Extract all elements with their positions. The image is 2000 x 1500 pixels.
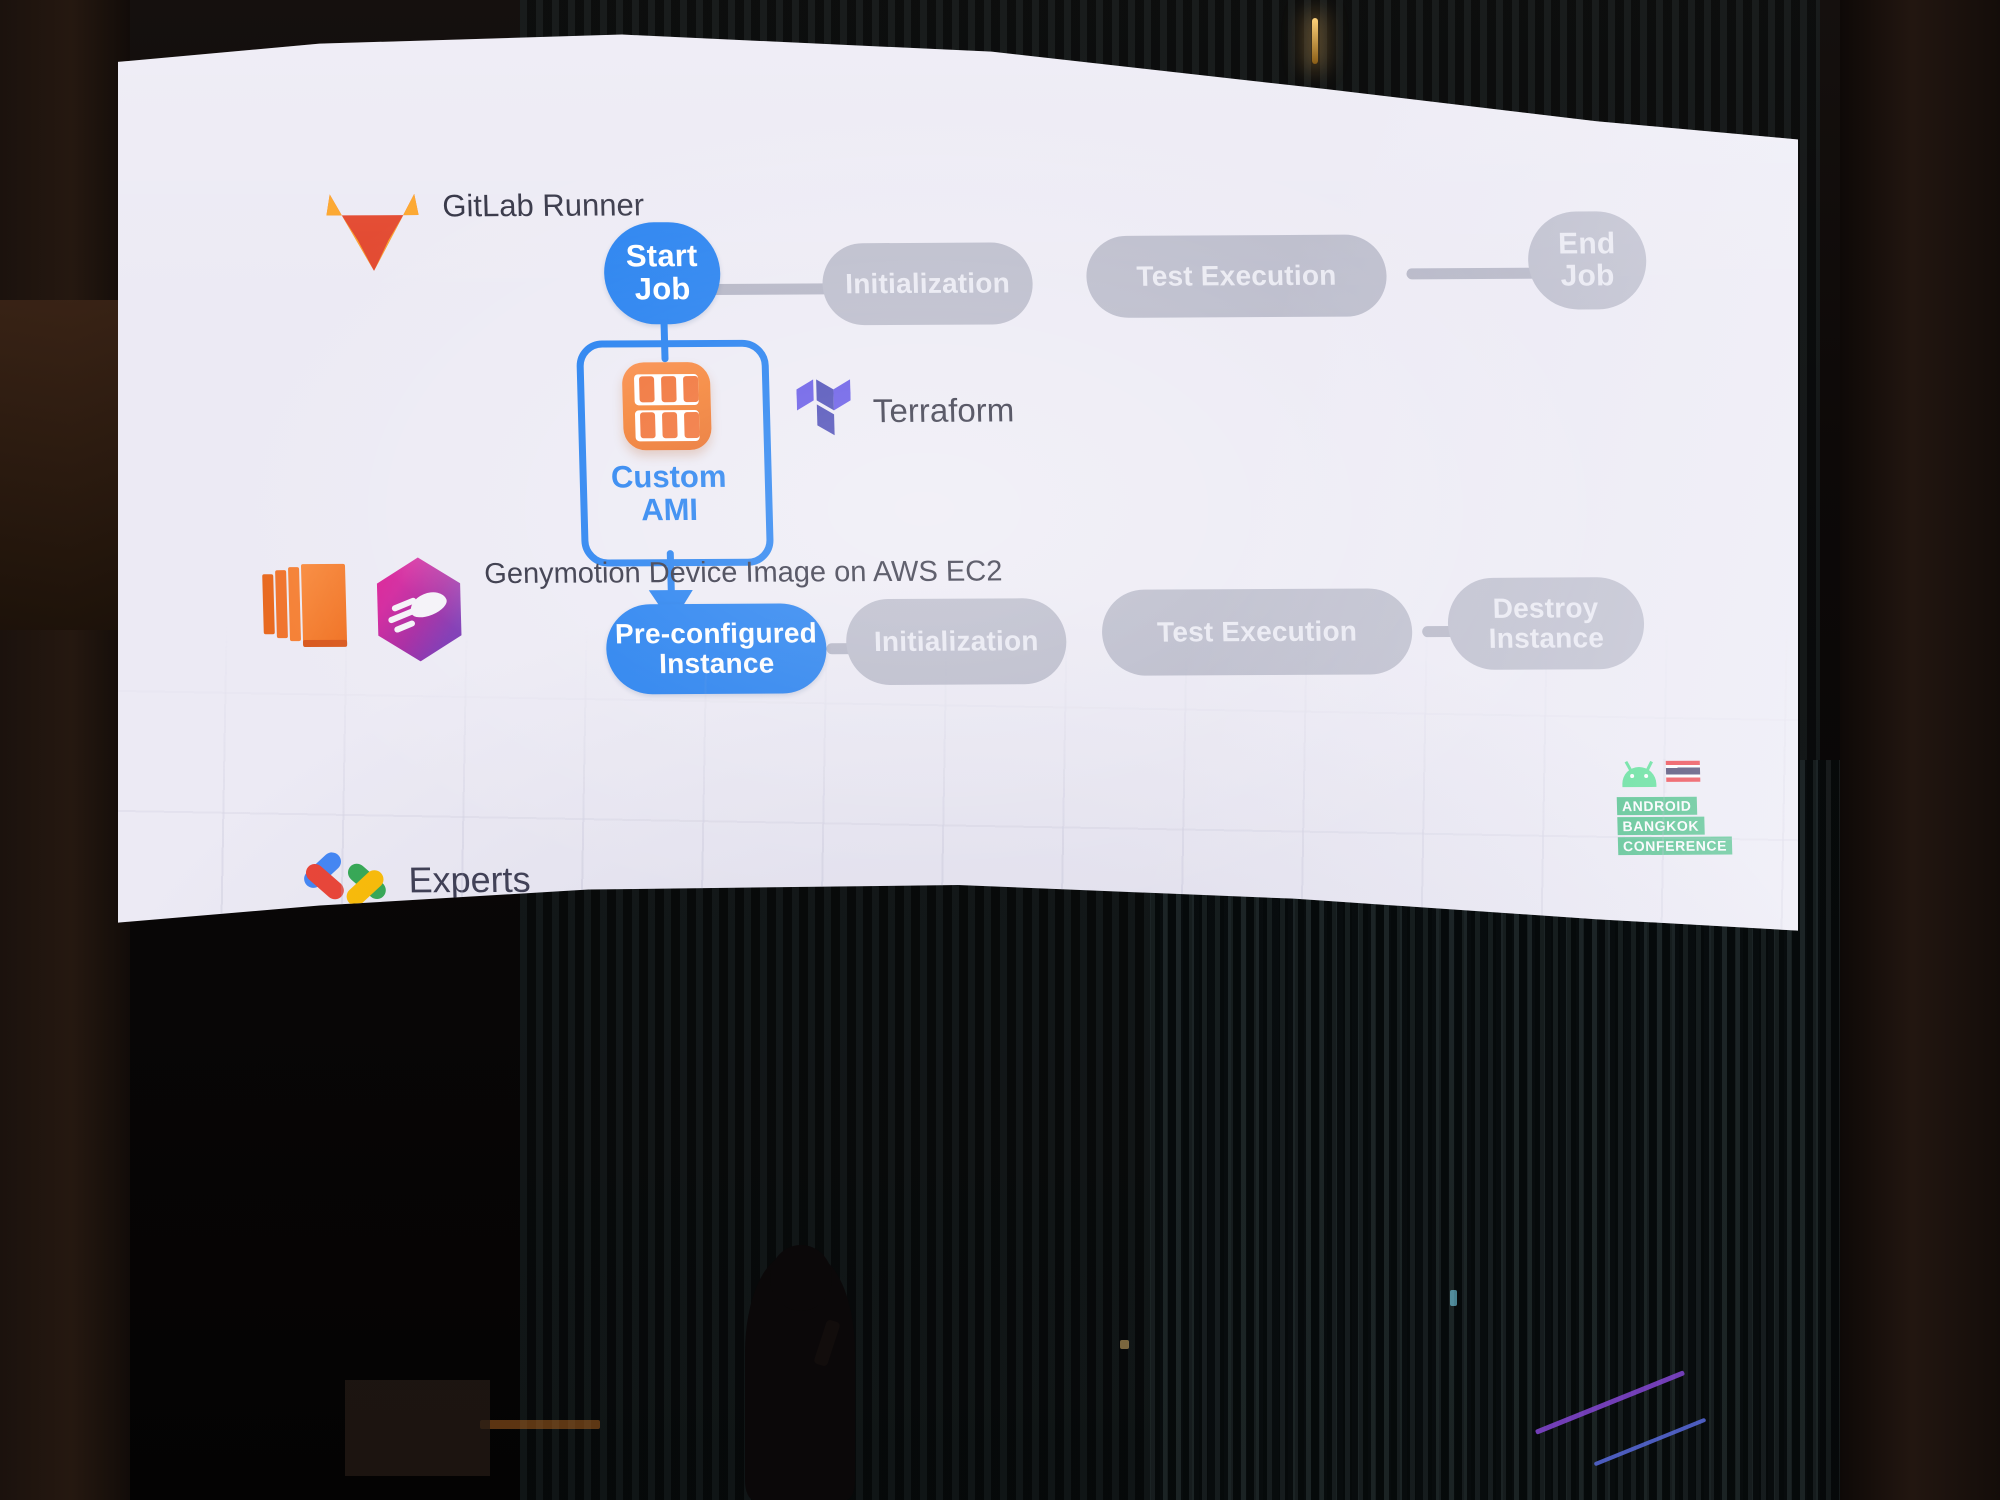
photo-frame: GitLab Runner Start Job Initialization T…	[0, 0, 2000, 1500]
thailand-flag-icon	[1665, 760, 1701, 782]
android-robot-icon	[1621, 766, 1657, 788]
node-preconfigured-instance-line2: Instance	[658, 647, 775, 680]
genymotion-hexagon-icon	[370, 557, 469, 661]
node-test-execution-top-label: Test Execution	[1136, 259, 1337, 292]
gitlab-runner-label: GitLab Runner	[442, 186, 645, 224]
aws-ami-icon	[621, 361, 712, 451]
genymotion-label-line3: on AWS EC2	[833, 555, 1003, 589]
android-eye-right	[1644, 773, 1649, 778]
node-test-execution-bottom[interactable]: Test Execution	[1100, 588, 1414, 676]
node-initialization-top-label: Initialization	[844, 267, 1011, 300]
android-eye-left	[1630, 774, 1635, 779]
aws-ec2-icon	[262, 563, 356, 650]
node-start-job-line1: Start	[625, 238, 699, 274]
terraform-label: Terraform	[872, 391, 1015, 430]
node-initialization-bottom[interactable]: Initialization	[845, 598, 1068, 686]
ami-icon-row-bottom	[634, 410, 700, 442]
custom-ami-label: Custom AMI	[579, 458, 759, 528]
speaker-head	[770, 1245, 832, 1311]
android-antenna-left	[1624, 760, 1633, 772]
badge-line3: CONFERENCE	[1617, 836, 1733, 856]
node-initialization-top[interactable]: Initialization	[821, 242, 1034, 326]
node-test-execution-top[interactable]: Test Execution	[1085, 234, 1388, 319]
node-destroy-instance[interactable]: Destroy Instance	[1446, 577, 1646, 671]
node-destroy-instance-line2: Instance	[1488, 622, 1605, 654]
badge-line2: BANGKOK	[1617, 816, 1705, 836]
gitlab-tanuki-icon	[324, 179, 423, 275]
node-initialization-bottom-label: Initialization	[873, 625, 1039, 658]
android-bangkok-conference-badge: ANDROID BANGKOK CONFERENCE	[1616, 756, 1749, 857]
node-end-job-line2: Job	[1560, 259, 1616, 293]
led-screen: GitLab Runner Start Job Initialization T…	[0, 0, 2000, 1500]
laptop-on-desk	[345, 1380, 490, 1476]
gitlab-runner-label-line1: GitLab	[441, 187, 535, 224]
google-developer-experts-icon	[300, 848, 393, 910]
ami-cell	[639, 412, 656, 439]
genymotion-label-line2: Device Image	[648, 556, 827, 590]
slide-canvas: GitLab Runner Start Job Initialization T…	[236, 60, 1798, 931]
screen-surface: GitLab Runner Start Job Initialization T…	[118, 34, 1798, 931]
experts-label: Experts	[407, 858, 532, 901]
genymotion-label: Genymotion Device Image on AWS EC2	[484, 554, 1003, 592]
google-developer-experts-logo: Experts	[300, 848, 532, 910]
ami-cell	[638, 376, 655, 403]
ami-cell	[660, 376, 677, 403]
custom-ami-label-line2: AMI	[640, 492, 699, 528]
node-end-job-line1: End	[1557, 227, 1616, 261]
ami-cell	[661, 412, 678, 439]
node-preconfigured-instance-line1: Pre-configured	[614, 617, 818, 650]
terraform-icon	[796, 379, 852, 441]
connector-test-to-end	[1406, 267, 1547, 280]
badge-line1: ANDROID	[1616, 796, 1697, 816]
genymotion-label-line1: Genymotion	[483, 557, 642, 591]
ami-cell	[683, 412, 700, 439]
node-end-job[interactable]: End Job	[1526, 211, 1648, 310]
badge-mascot-row	[1616, 756, 1747, 797]
node-destroy-instance-line1: Destroy	[1492, 592, 1599, 625]
node-start-job-line2: Job	[634, 271, 691, 307]
ami-icon-row-top	[633, 374, 699, 406]
node-start-job[interactable]: Start Job	[602, 221, 722, 325]
node-preconfigured-instance[interactable]: Pre-configured Instance	[605, 603, 828, 695]
node-test-execution-bottom-label: Test Execution	[1156, 615, 1358, 648]
gitlab-runner-label-line2: Runner	[541, 187, 645, 223]
custom-ami-label-line1: Custom	[610, 458, 727, 495]
ami-cell	[682, 376, 699, 403]
